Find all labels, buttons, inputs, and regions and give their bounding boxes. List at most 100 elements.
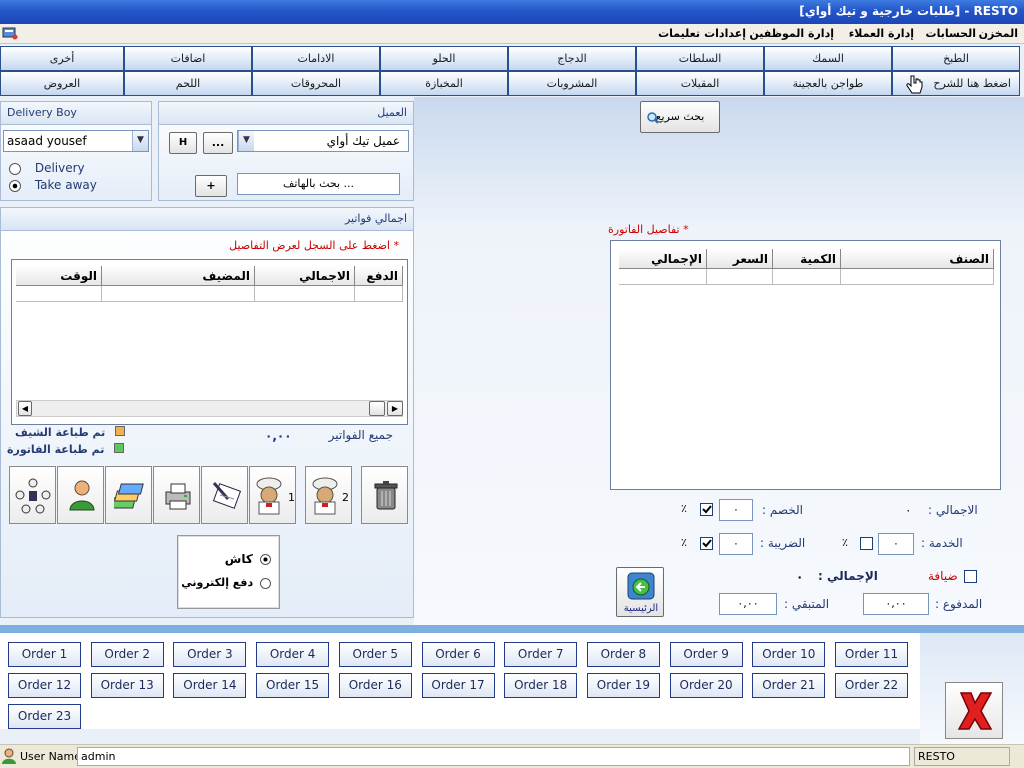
table-row[interactable]	[102, 286, 255, 302]
chef-print-2-button[interactable]: 2	[305, 466, 352, 524]
category-tab-fish[interactable]: السمك	[764, 46, 892, 71]
customer-more-button[interactable]: ...	[203, 132, 233, 154]
discount-checkbox[interactable]	[700, 503, 713, 516]
tax-input[interactable]: ٠	[719, 533, 753, 555]
order-button[interactable]: Order 5	[338, 642, 412, 667]
paid-input[interactable]: ٠,٠٠	[863, 593, 929, 615]
customer-button[interactable]	[57, 466, 104, 524]
order-button[interactable]: Order 4	[256, 642, 330, 667]
take-away-radio[interactable]: Take away	[9, 178, 97, 192]
category-tab-other[interactable]: أخرى	[0, 46, 124, 71]
home-button[interactable]: الرئيسية	[616, 567, 664, 617]
scroll-thumb[interactable]	[369, 401, 385, 416]
category-tab-meat[interactable]: اللحم	[124, 71, 252, 96]
order-button[interactable]: Order 1	[8, 642, 81, 667]
order-button[interactable]: Order 23	[8, 704, 81, 729]
quick-search-button[interactable]: بحث سريع	[640, 101, 720, 133]
category-tab-grills[interactable]: المحروقات	[252, 71, 380, 96]
tax-checkbox[interactable]	[700, 537, 713, 550]
column-item[interactable]: الصنف	[841, 249, 994, 269]
order-button[interactable]: Order 8	[586, 642, 660, 667]
category-tab-appetizers[interactable]: المقبلات	[636, 71, 764, 96]
column-quantity[interactable]: الكمية	[773, 249, 841, 269]
customer-combo[interactable]: عميل تيك أواي ▼	[237, 130, 409, 152]
employees-button[interactable]	[9, 466, 56, 524]
delivery-radio[interactable]: Delivery	[9, 161, 85, 175]
service-input[interactable]: ٠	[878, 533, 914, 555]
category-tab-help[interactable]: اضغط هنا للشرح	[892, 71, 1020, 96]
order-button[interactable]: Order 10	[752, 642, 826, 667]
order-button[interactable]: Order 13	[90, 673, 164, 698]
phone-search-input[interactable]: بحث بالهاتف ...	[237, 173, 400, 195]
column-host[interactable]: المضيف	[102, 266, 255, 286]
category-tab-bakery[interactable]: المخبازة	[380, 71, 508, 96]
remaining-input[interactable]: ٠,٠٠	[719, 593, 777, 615]
menu-item-customers[interactable]: إدارة العملاء	[849, 27, 914, 40]
order-button[interactable]: Order 18	[504, 673, 578, 698]
table-row[interactable]	[255, 286, 355, 302]
order-button[interactable]: Order 6	[421, 642, 495, 667]
table-row[interactable]	[707, 269, 773, 285]
close-button[interactable]	[945, 682, 1003, 739]
hospitality-checkbox[interactable]	[964, 570, 977, 583]
category-tab-cooking[interactable]: الطبخ	[892, 46, 1020, 71]
category-tab-stews[interactable]: الادامات	[252, 46, 380, 71]
menu-item-help[interactable]: تعليمات	[658, 27, 700, 40]
add-customer-button[interactable]: +	[195, 175, 227, 197]
order-button[interactable]: Order 11	[835, 642, 908, 667]
category-tab-extras[interactable]: اضافات	[124, 46, 252, 71]
menu-item-employees[interactable]: إدارة الموظفين	[749, 27, 834, 40]
order-button[interactable]: Order 22	[835, 673, 908, 698]
order-button[interactable]: Order 7	[504, 642, 578, 667]
edit-order-button[interactable]	[201, 466, 248, 524]
column-total[interactable]: الاجمالي	[255, 266, 355, 286]
order-button[interactable]: Order 16	[338, 673, 412, 698]
order-button[interactable]: Order 9	[669, 642, 743, 667]
menu-item-settings[interactable]: إعدادات	[704, 27, 746, 40]
category-tab-desserts[interactable]: الحلو	[380, 46, 508, 71]
order-button[interactable]: Order 3	[173, 642, 247, 667]
order-button[interactable]: Order 17	[421, 673, 495, 698]
table-row[interactable]	[355, 286, 403, 302]
table-row[interactable]	[16, 286, 102, 302]
menu-item-warehouse[interactable]: المخزن	[979, 27, 1018, 40]
horizontal-scrollbar[interactable]: ◀ ▶	[16, 400, 403, 417]
customer-h-button[interactable]: H	[169, 132, 197, 154]
chevron-down-icon[interactable]: ▼	[132, 131, 148, 151]
column-price[interactable]: السعر	[707, 249, 773, 269]
invoice-details-grid[interactable]: الإجمالي السعر الكمية الصنف	[610, 240, 1001, 490]
order-button[interactable]: Order 21	[752, 673, 826, 698]
column-line-total[interactable]: الإجمالي	[619, 249, 707, 269]
service-checkbox[interactable]	[860, 537, 873, 550]
order-button[interactable]: Order 19	[586, 673, 660, 698]
category-tab-drinks[interactable]: المشروبات	[508, 71, 636, 96]
app-menu-icon[interactable]	[2, 26, 18, 40]
table-row[interactable]	[619, 269, 707, 285]
cash-radio[interactable]: كاش	[225, 552, 271, 566]
category-tab-dough-casseroles[interactable]: طواجن بالعجينة	[764, 71, 892, 96]
category-tab-offers[interactable]: العروض	[0, 71, 124, 96]
delivery-boy-combo[interactable]: asaad yousef ▼	[3, 130, 149, 152]
table-row[interactable]	[773, 269, 841, 285]
order-button[interactable]: Order 15	[256, 673, 330, 698]
discount-input[interactable]: ٠	[719, 499, 753, 521]
chevron-down-icon[interactable]: ▼	[238, 131, 254, 151]
order-button[interactable]: Order 12	[8, 673, 81, 698]
scroll-left-icon[interactable]: ◀	[18, 401, 32, 416]
order-button[interactable]: Order 14	[173, 673, 247, 698]
order-button[interactable]: Order 20	[669, 673, 743, 698]
delete-button[interactable]	[361, 466, 408, 524]
column-payment[interactable]: الدفع	[355, 266, 403, 286]
column-time[interactable]: الوقت	[16, 266, 102, 286]
table-row[interactable]	[841, 269, 994, 285]
order-button[interactable]: Order 2	[90, 642, 164, 667]
electronic-payment-radio[interactable]: دفع إلكتروني	[181, 576, 271, 589]
menu-item-accounts[interactable]: الحسابات	[926, 27, 976, 40]
chef-print-1-button[interactable]: 1	[249, 466, 296, 524]
reports-button[interactable]	[105, 466, 152, 524]
category-tab-chicken[interactable]: الدجاج	[508, 46, 636, 71]
scroll-right-icon[interactable]: ▶	[387, 401, 403, 416]
invoices-grid[interactable]: الوقت المضيف الاجمالي الدفع ◀ ▶	[11, 259, 408, 425]
category-tab-salads[interactable]: السلطات	[636, 46, 764, 71]
print-button[interactable]	[153, 466, 200, 524]
